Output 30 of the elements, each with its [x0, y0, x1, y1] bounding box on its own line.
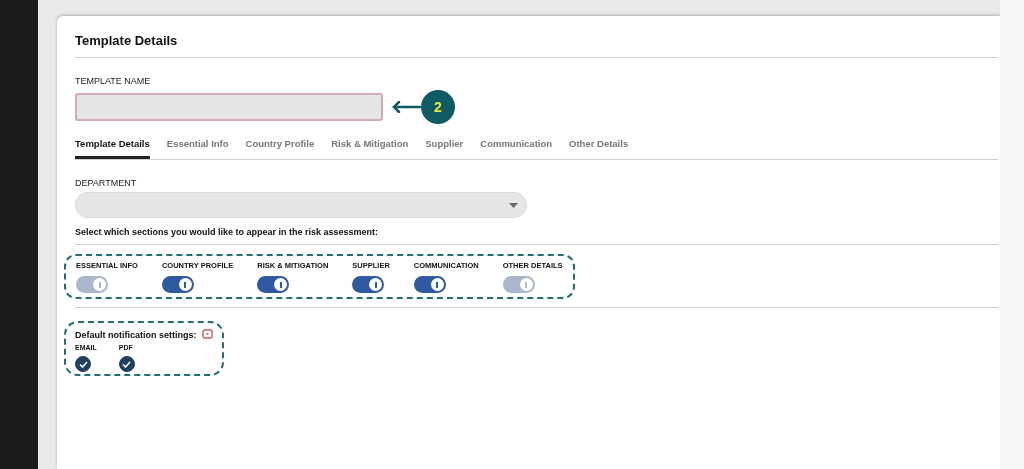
tab[interactable]: Other Details	[569, 136, 629, 159]
notification-title: Default notification settings:	[75, 329, 197, 340]
checkbox[interactable]	[75, 356, 91, 372]
field-label: TEMPLATE NAME	[75, 76, 152, 86]
step-badge: 2	[421, 90, 455, 124]
tab[interactable]: Essential Info	[166, 136, 229, 159]
instruction-text: Select which sections you would like to appear in the risk assessment:	[75, 227, 380, 237]
power-line-icon	[184, 281, 187, 288]
tab[interactable]: Country Profile	[245, 136, 315, 159]
field-label: DEPARTMENT	[75, 178, 138, 188]
card-title: Template Details	[75, 32, 179, 50]
checkmark-icon	[122, 360, 132, 368]
caret-icon	[509, 202, 518, 208]
power-line-icon	[436, 281, 439, 288]
power-line-icon	[98, 281, 101, 288]
toggle-switch[interactable]	[161, 276, 194, 293]
toggle-switch[interactable]	[352, 276, 385, 293]
template-name-field[interactable]	[75, 93, 383, 121]
toggle-switch[interactable]	[257, 276, 290, 293]
toggle-switch[interactable]	[413, 276, 446, 293]
power-line-icon	[374, 281, 377, 288]
checkmark-icon	[78, 360, 88, 368]
checkbox[interactable]	[118, 356, 135, 372]
power-line-icon	[279, 281, 282, 288]
arrow-icon	[391, 101, 421, 113]
power-line-icon	[525, 281, 528, 288]
info-icon[interactable]	[201, 329, 213, 340]
tab[interactable]: Risk & Mitigation	[331, 136, 409, 159]
tab[interactable]: Supplier	[425, 136, 464, 159]
tab[interactable]: Communication	[480, 136, 553, 159]
